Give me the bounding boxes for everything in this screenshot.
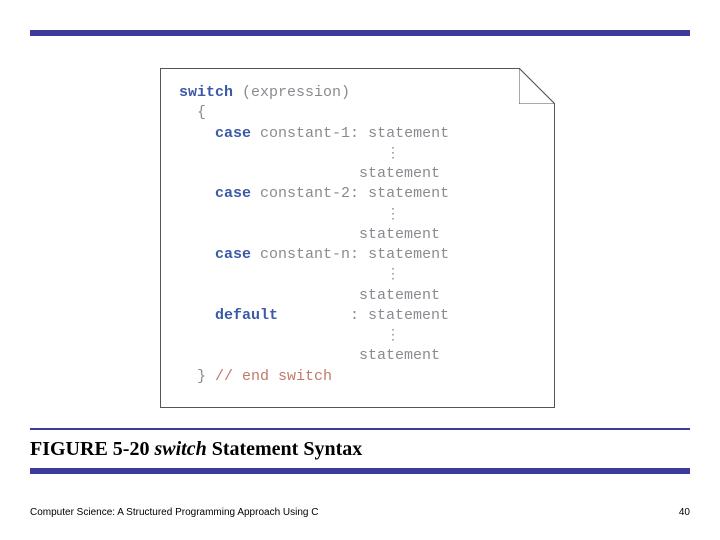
code-line: case constant-n: statement bbox=[179, 245, 536, 265]
code-line: ⋮ bbox=[179, 265, 536, 285]
code-text bbox=[179, 185, 215, 202]
code-text: { bbox=[179, 104, 206, 121]
code-text bbox=[179, 165, 359, 182]
code-line: ⋮ bbox=[179, 144, 536, 164]
code-text: statement bbox=[359, 287, 440, 304]
code-line: switch (expression) bbox=[179, 83, 536, 103]
code-line: ⋮ bbox=[179, 205, 536, 225]
code-line: } // end switch bbox=[179, 367, 536, 387]
vertical-ellipsis-icon: ⋮ bbox=[386, 213, 400, 219]
code-text bbox=[179, 266, 386, 283]
code-line: ⋮ bbox=[179, 326, 536, 346]
caption-keyword: switch bbox=[154, 438, 206, 460]
code-text bbox=[179, 145, 386, 162]
code-line: statement bbox=[179, 286, 536, 306]
code-text bbox=[179, 347, 359, 364]
mid-rule bbox=[30, 428, 690, 430]
code-box: switch (expression) { case constant-1: s… bbox=[160, 68, 555, 408]
code-text: statement bbox=[368, 246, 449, 263]
vertical-ellipsis-icon: ⋮ bbox=[386, 273, 400, 279]
code-text bbox=[179, 125, 215, 142]
code-comment: // end switch bbox=[206, 368, 332, 385]
kw-default: default bbox=[215, 307, 278, 324]
code-line: case constant-2: statement bbox=[179, 184, 536, 204]
code-text bbox=[179, 246, 215, 263]
code-text: constant-1: bbox=[251, 125, 368, 142]
footer-page-number: 40 bbox=[679, 507, 690, 518]
kw-case: case bbox=[215, 246, 251, 263]
code-line: default : statement bbox=[179, 306, 536, 326]
bottom-rule bbox=[30, 468, 690, 474]
code-text: (expression) bbox=[233, 84, 350, 101]
caption-rest: Statement Syntax bbox=[207, 438, 363, 460]
code-text: statement bbox=[359, 347, 440, 364]
code-line: statement bbox=[179, 164, 536, 184]
code-text: statement bbox=[359, 226, 440, 243]
kw-case: case bbox=[215, 185, 251, 202]
code-text: } bbox=[179, 368, 206, 385]
code-line: statement bbox=[179, 346, 536, 366]
code-text bbox=[179, 287, 359, 304]
code-text: statement bbox=[368, 125, 449, 142]
code-text bbox=[179, 206, 386, 223]
code-text: statement bbox=[359, 165, 440, 182]
code-line: { bbox=[179, 103, 536, 123]
code-text: constant-n: bbox=[251, 246, 368, 263]
figure-caption: FIGURE 5-20 switch Statement Syntax bbox=[30, 438, 362, 461]
code-text bbox=[179, 226, 359, 243]
code-text: statement bbox=[368, 307, 449, 324]
vertical-ellipsis-icon: ⋮ bbox=[386, 152, 400, 158]
vertical-ellipsis-icon: ⋮ bbox=[386, 334, 400, 340]
top-rule bbox=[30, 30, 690, 36]
kw-switch: switch bbox=[179, 84, 233, 101]
code-line: statement bbox=[179, 225, 536, 245]
code-text: statement bbox=[368, 185, 449, 202]
code-text: : bbox=[278, 307, 368, 324]
code-text bbox=[179, 327, 386, 344]
footer-book-title: Computer Science: A Structured Programmi… bbox=[30, 507, 318, 518]
code-line: case constant-1: statement bbox=[179, 124, 536, 144]
figure-number: FIGURE 5-20 bbox=[30, 438, 149, 460]
kw-case: case bbox=[215, 125, 251, 142]
code-text bbox=[179, 307, 215, 324]
code-text: constant-2: bbox=[251, 185, 368, 202]
